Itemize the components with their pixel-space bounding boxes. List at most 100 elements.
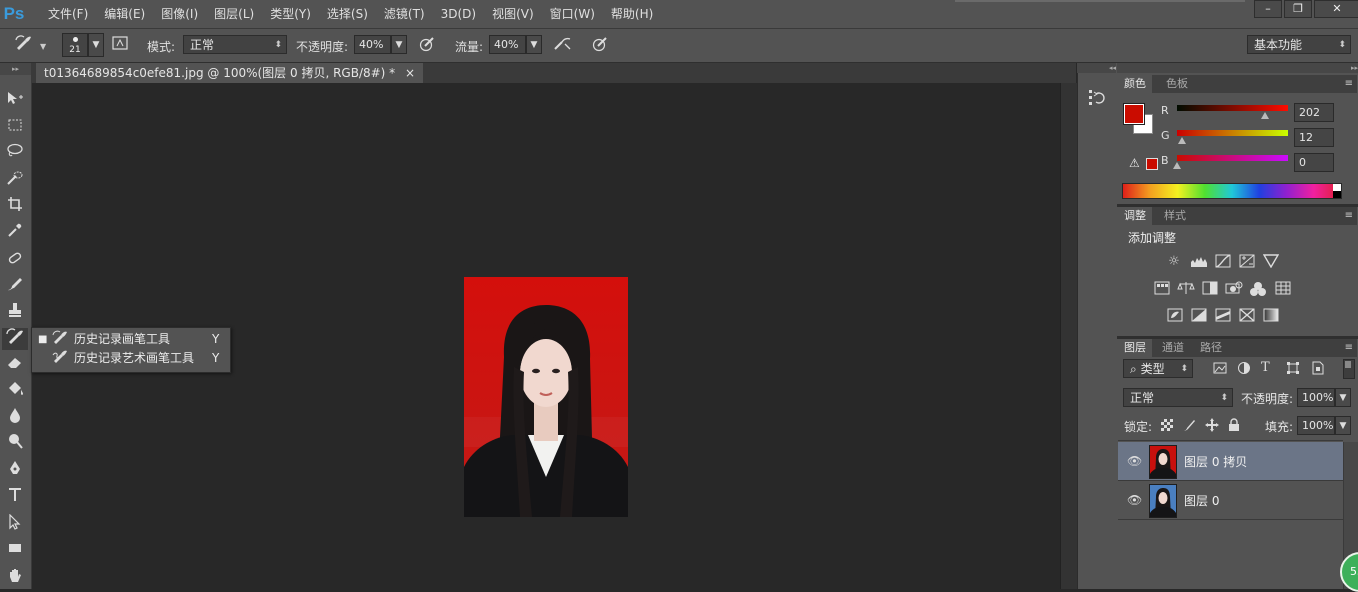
- menu-3d[interactable]: 3D(D): [433, 0, 484, 28]
- channel-g-slider[interactable]: [1177, 130, 1288, 136]
- color-balance-icon[interactable]: [1177, 281, 1195, 297]
- pen-tool-icon[interactable]: [2, 460, 28, 482]
- vertical-scrollbar[interactable]: [1060, 83, 1077, 589]
- menu-file[interactable]: 文件(F): [40, 0, 96, 28]
- document-tab[interactable]: t01364689854c0efe81.jpg @ 100%(图层 0 拷贝, …: [36, 63, 424, 83]
- path-selection-tool-icon[interactable]: [2, 513, 28, 536]
- layer-opacity-field[interactable]: 100%: [1297, 388, 1335, 407]
- spectrum-white-swatch[interactable]: [1333, 184, 1341, 191]
- healing-brush-tool-icon[interactable]: [2, 250, 28, 272]
- layer-blend-mode-select[interactable]: 正常 ⬍: [1123, 388, 1233, 407]
- document-image[interactable]: [464, 277, 628, 517]
- channel-r-field[interactable]: 202: [1294, 103, 1334, 122]
- opacity-field[interactable]: 40%: [354, 35, 391, 54]
- type-tool-icon[interactable]: [2, 487, 28, 509]
- lock-transparent-pixels-icon[interactable]: [1161, 419, 1173, 434]
- tab-channels[interactable]: 通道: [1156, 339, 1190, 357]
- color-lookup-icon[interactable]: [1274, 281, 1292, 297]
- history-brush-tool-icon[interactable]: [2, 328, 28, 350]
- filter-type-layers-icon[interactable]: T: [1261, 360, 1270, 375]
- history-panel-icon[interactable]: [1088, 88, 1106, 108]
- eyedropper-tool-icon[interactable]: [2, 222, 28, 244]
- menu-help[interactable]: 帮助(H): [603, 0, 661, 28]
- lock-all-icon[interactable]: [1228, 418, 1240, 435]
- channel-mixer-icon[interactable]: [1249, 281, 1267, 297]
- layer-opacity-dropdown[interactable]: ▼: [1335, 388, 1351, 407]
- channel-g-thumb[interactable]: [1178, 137, 1186, 144]
- brush-tool-icon[interactable]: [2, 276, 28, 298]
- threshold-icon[interactable]: [1214, 308, 1232, 324]
- airbrush-icon[interactable]: [553, 35, 573, 55]
- menu-type[interactable]: 类型(Y): [262, 0, 319, 28]
- channel-g-field[interactable]: 12: [1294, 128, 1334, 147]
- exposure-icon[interactable]: [1238, 254, 1256, 270]
- visibility-eye-icon[interactable]: 👁: [1127, 454, 1142, 468]
- filter-smart-objects-icon[interactable]: [1310, 361, 1324, 378]
- menu-window[interactable]: 窗口(W): [542, 0, 603, 28]
- dock-collapse-arrows[interactable]: ◂◂: [1077, 63, 1116, 73]
- blend-mode-select[interactable]: 正常 ⬍: [183, 35, 287, 54]
- blur-tool-icon[interactable]: [2, 407, 28, 429]
- paint-bucket-tool-icon[interactable]: [2, 380, 28, 402]
- layer-filter-select[interactable]: ⌕ 类型 ⬍: [1123, 359, 1193, 378]
- lasso-tool-icon[interactable]: [2, 143, 28, 165]
- menu-filter[interactable]: 滤镜(T): [376, 0, 433, 28]
- layer-row-original[interactable]: 👁 图层 0: [1118, 481, 1343, 520]
- menu-layer[interactable]: 图层(L): [206, 0, 262, 28]
- visibility-eye-icon[interactable]: 👁: [1127, 493, 1142, 507]
- hue-saturation-icon[interactable]: [1153, 281, 1171, 297]
- filter-toggle-switch[interactable]: [1343, 359, 1355, 379]
- adjustments-panel-menu-icon[interactable]: ≡: [1345, 207, 1353, 225]
- color-panel-menu-icon[interactable]: ≡: [1345, 75, 1353, 93]
- close-button[interactable]: ✕: [1314, 0, 1358, 18]
- filter-pixel-layers-icon[interactable]: [1213, 361, 1227, 378]
- black-white-icon[interactable]: [1201, 281, 1219, 297]
- tab-layers[interactable]: 图层: [1118, 339, 1152, 357]
- flyout-item-history-brush[interactable]: ■ 历史记录画笔工具 Y: [32, 330, 230, 349]
- preset-dropdown-arrow[interactable]: ▼: [40, 42, 46, 51]
- tab-styles[interactable]: 样式: [1158, 207, 1192, 225]
- minimize-button[interactable]: –: [1254, 0, 1282, 18]
- curves-icon[interactable]: [1214, 254, 1232, 270]
- document-tab-close[interactable]: ×: [405, 66, 415, 80]
- filter-adjustment-layers-icon[interactable]: [1237, 361, 1251, 378]
- channel-r-thumb[interactable]: [1261, 112, 1269, 119]
- clone-stamp-tool-icon[interactable]: [2, 302, 28, 324]
- menu-image[interactable]: 图像(I): [153, 0, 206, 28]
- out-of-gamut-warning-icon[interactable]: ⚠: [1129, 156, 1140, 170]
- layer-row-copy[interactable]: 👁 图层 0 拷贝: [1118, 442, 1343, 481]
- tools-panel-grip[interactable]: ▸▸: [0, 63, 31, 75]
- gamut-color-swatch[interactable]: [1146, 158, 1158, 170]
- levels-icon[interactable]: [1190, 254, 1208, 270]
- foreground-color-swatch[interactable]: [1123, 103, 1145, 125]
- flyout-item-art-history-brush[interactable]: 历史记录艺术画笔工具 Y: [32, 349, 230, 368]
- menu-view[interactable]: 视图(V): [484, 0, 542, 28]
- flow-field[interactable]: 40%: [489, 35, 526, 54]
- pressure-size-icon[interactable]: [591, 35, 611, 55]
- vibrance-icon[interactable]: [1262, 254, 1280, 270]
- crop-tool-icon[interactable]: [2, 196, 28, 218]
- opacity-dropdown[interactable]: ▼: [391, 35, 407, 54]
- filter-shape-layers-icon[interactable]: [1286, 361, 1300, 378]
- channel-b-field[interactable]: 0: [1294, 153, 1334, 172]
- brush-preset-picker[interactable]: 21: [62, 33, 88, 57]
- brush-panel-toggle-icon[interactable]: [110, 35, 130, 55]
- tab-adjustments[interactable]: 调整: [1118, 207, 1152, 225]
- tab-color[interactable]: 颜色: [1118, 75, 1152, 93]
- tab-paths[interactable]: 路径: [1194, 339, 1228, 357]
- channel-b-thumb[interactable]: [1173, 162, 1181, 169]
- pressure-opacity-icon[interactable]: [418, 35, 438, 55]
- menu-edit[interactable]: 编辑(E): [96, 0, 153, 28]
- spectrum-black-swatch[interactable]: [1333, 191, 1341, 198]
- flow-dropdown[interactable]: ▼: [526, 35, 542, 54]
- history-brush-tool-icon[interactable]: [14, 35, 34, 55]
- selective-color-icon[interactable]: [1238, 308, 1256, 324]
- move-tool-icon[interactable]: [2, 90, 28, 112]
- brush-size-dropdown[interactable]: ▼: [88, 33, 104, 57]
- lock-position-icon[interactable]: [1205, 418, 1219, 435]
- photo-filter-icon[interactable]: [1225, 281, 1243, 297]
- channel-b-slider[interactable]: [1177, 155, 1288, 161]
- posterize-icon[interactable]: [1190, 308, 1208, 324]
- panel-column-collapse[interactable]: ▸▸: [1117, 63, 1358, 73]
- invert-icon[interactable]: [1166, 308, 1184, 324]
